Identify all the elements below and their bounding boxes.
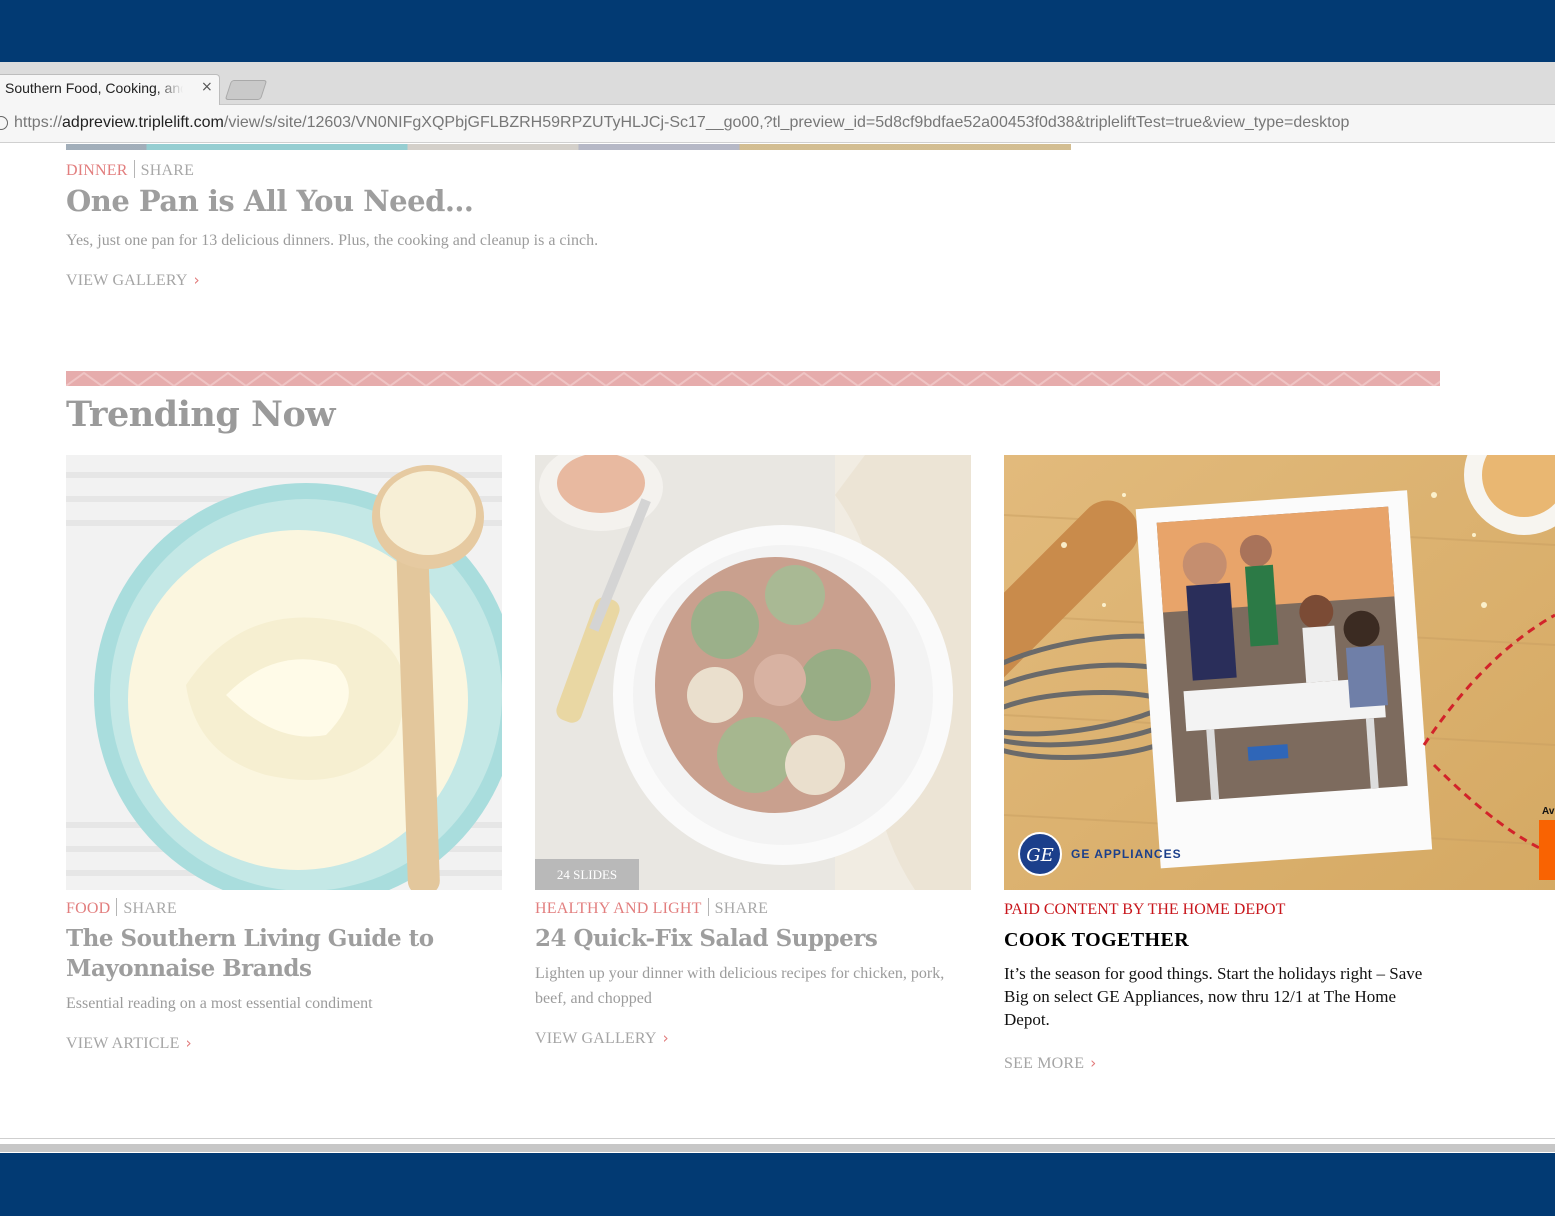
view-gallery-button[interactable]: VIEW GALLERY › bbox=[66, 271, 200, 290]
top-article-description: Yes, just one pan for 13 delicious dinne… bbox=[66, 232, 599, 249]
tab-bar: Southern Food, Cooking, and Recipes × bbox=[0, 62, 1555, 105]
salad-image[interactable]: 24 SLIDES bbox=[535, 455, 971, 890]
chevron-right-icon: › bbox=[1090, 1054, 1097, 1072]
view-gallery-button[interactable]: VIEW GALLERY › bbox=[535, 1029, 669, 1048]
top-article-category-line: DINNER SHARE bbox=[66, 160, 194, 180]
category-link[interactable]: DINNER bbox=[66, 162, 128, 179]
chevron-right-icon: › bbox=[193, 271, 200, 289]
category-link[interactable]: FOOD bbox=[66, 900, 110, 917]
bottom-frame-band bbox=[0, 1153, 1555, 1216]
category-link[interactable]: HEALTHY AND LIGHT bbox=[535, 900, 702, 917]
top-article-title[interactable]: One Pan is All You Need… bbox=[66, 184, 474, 218]
cta-label: VIEW GALLERY bbox=[66, 272, 188, 289]
url-scheme: https:// bbox=[14, 114, 63, 131]
page-bottom-edge bbox=[0, 1138, 1555, 1153]
ad-image[interactable]: GE GE APPLIANCES Av bbox=[1004, 455, 1555, 890]
cta-label: VIEW ARTICLE bbox=[66, 1035, 180, 1052]
card-title[interactable]: The Southern Living Guide to Mayonnaise … bbox=[66, 924, 486, 984]
browser-window: Southern Food, Cooking, and Recipes × ht… bbox=[0, 62, 1555, 1153]
new-tab-button[interactable] bbox=[224, 80, 268, 100]
cta-label: SEE MORE bbox=[1004, 1055, 1085, 1072]
see-more-button[interactable]: SEE MORE › bbox=[1004, 1054, 1096, 1073]
close-icon[interactable]: × bbox=[201, 79, 213, 95]
horizontal-scrollbar[interactable] bbox=[0, 1144, 1555, 1152]
card-description: Lighten up your dinner with delicious re… bbox=[535, 965, 945, 1007]
ge-logo-icon: GE bbox=[1026, 845, 1054, 866]
info-icon[interactable] bbox=[0, 116, 8, 130]
card-category-line: FOOD SHARE bbox=[66, 898, 177, 918]
address-bar[interactable]: https://adpreview.triplelift.com/view/s/… bbox=[0, 105, 1555, 143]
share-link[interactable]: SHARE bbox=[141, 162, 194, 179]
url-text[interactable]: https://adpreview.triplelift.com/view/s/… bbox=[14, 114, 1349, 132]
chevron-right-icon: › bbox=[662, 1029, 669, 1047]
article-image-bottom-edge bbox=[66, 144, 1071, 150]
top-frame-band bbox=[0, 0, 1555, 62]
ad-description: It’s the season for good things. Start t… bbox=[1004, 964, 1423, 1029]
tab-title: Southern Food, Cooking, and Recipes bbox=[5, 80, 183, 96]
card-category-line: HEALTHY AND LIGHT SHARE bbox=[535, 898, 768, 918]
section-divider bbox=[66, 371, 1440, 386]
section-title: Trending Now bbox=[66, 394, 336, 435]
ad-title[interactable]: COOK TOGETHER bbox=[1004, 929, 1189, 952]
ge-brand-text: GE APPLIANCES bbox=[1071, 847, 1182, 861]
share-link[interactable]: SHARE bbox=[715, 900, 768, 917]
url-path: /view/s/site/12603/VN0NIFgXQPbjGFLBZRH59… bbox=[223, 114, 1350, 131]
card-description: Essential reading on a most essential co… bbox=[66, 995, 373, 1012]
card-title[interactable]: 24 Quick-Fix Salad Suppers bbox=[535, 924, 971, 954]
ad-corner-text: Av bbox=[1542, 806, 1555, 817]
url-host: adpreview.triplelift.com bbox=[62, 114, 224, 131]
browser-tab[interactable]: Southern Food, Cooking, and Recipes × bbox=[0, 74, 220, 105]
mayonnaise-image[interactable] bbox=[66, 455, 502, 890]
separator bbox=[116, 898, 118, 916]
separator bbox=[133, 160, 135, 178]
share-link[interactable]: SHARE bbox=[123, 900, 176, 917]
chevron-right-icon: › bbox=[185, 1034, 192, 1052]
sponsored-label: PAID CONTENT BY THE HOME DEPOT bbox=[1004, 901, 1286, 918]
separator bbox=[707, 898, 709, 916]
page-content: DINNER SHARE One Pan is All You Need… Yes… bbox=[0, 144, 1555, 1153]
slides-badge: 24 SLIDES bbox=[535, 859, 639, 890]
view-article-button[interactable]: VIEW ARTICLE › bbox=[66, 1034, 192, 1053]
cta-label: VIEW GALLERY bbox=[535, 1030, 657, 1047]
